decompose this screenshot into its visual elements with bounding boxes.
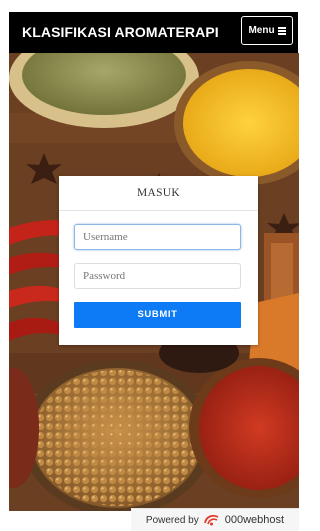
powered-by-label: Powered by [145,514,199,526]
hosting-badge[interactable]: Powered by 000webhost [131,508,299,531]
top-navbar: KLASIFIKASI AROMATERAPI Menu [9,12,298,53]
page-frame: KLASIFIKASI AROMATERAPI Menu MASUK SUBMI… [0,0,299,531]
password-input[interactable] [74,263,241,289]
webhost-logo-icon [203,514,219,526]
username-input[interactable] [74,224,241,250]
submit-button[interactable]: SUBMIT [74,302,241,328]
login-title: MASUK [59,176,258,211]
menu-label: Menu [248,25,275,36]
login-card: MASUK SUBMIT [59,176,258,345]
menu-button[interactable]: Menu [241,16,293,45]
hamburger-icon [277,27,286,35]
host-name: 000webhost [224,514,285,526]
site-brand[interactable]: KLASIFIKASI AROMATERAPI [22,24,219,40]
page-left-margin [0,53,9,531]
